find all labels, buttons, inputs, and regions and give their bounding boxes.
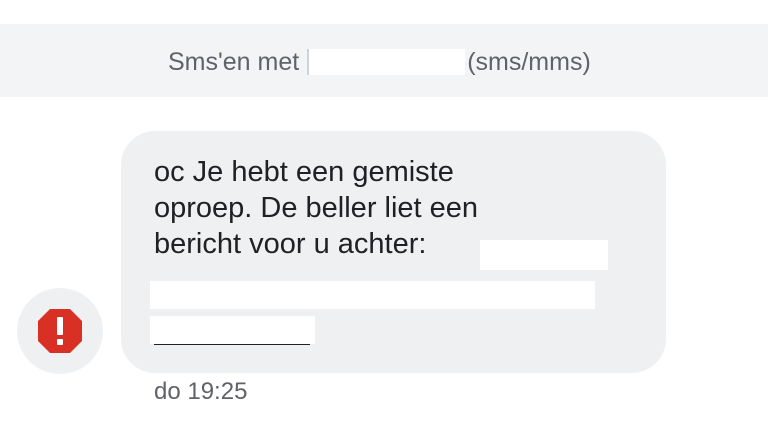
redacted-link-part <box>150 316 315 344</box>
conversation-screen: Sms'en met (sms/mms) oc Je hebt een gemi… <box>0 0 768 432</box>
redacted-contact-name <box>307 49 466 75</box>
exclamation-dot <box>57 339 63 345</box>
exclamation-bar <box>57 317 63 335</box>
title-suffix: (sms/mms) <box>467 48 591 76</box>
message-line: oproep. De beller liet een <box>154 192 479 224</box>
conversation-title: Sms'en met (sms/mms) <box>168 46 591 78</box>
title-prefix: Sms'en met <box>168 48 300 76</box>
redacted-link-part <box>150 281 595 309</box>
error-octagon-icon <box>38 309 82 353</box>
message-line: oc Je hebt een gemiste <box>154 156 454 188</box>
redacted-link-part <box>480 240 608 270</box>
message-timestamp: do 19:25 <box>154 378 248 405</box>
